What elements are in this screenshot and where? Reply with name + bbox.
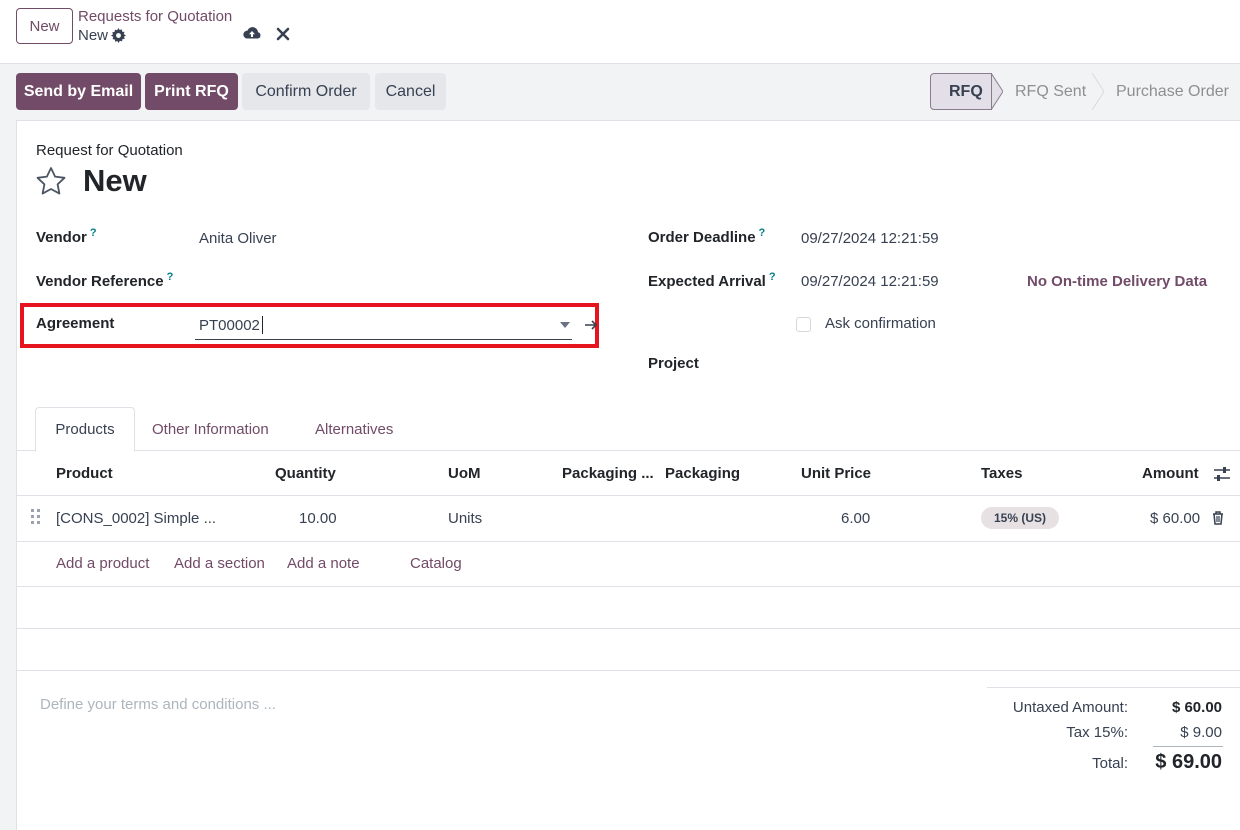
- breadcrumb-parent-link[interactable]: Requests for Quotation: [78, 8, 232, 25]
- project-label: Project: [648, 355, 699, 372]
- total-value: $ 69.00: [1155, 751, 1222, 773]
- column-header-quantity[interactable]: Quantity: [275, 465, 336, 482]
- cell-product[interactable]: [CONS_0002] Simple ...: [56, 510, 216, 527]
- add-section-link[interactable]: Add a section: [174, 555, 265, 572]
- vendor-reference-label-text: Vendor Reference: [36, 273, 164, 290]
- drag-handle-icon[interactable]: [31, 509, 41, 525]
- order-deadline-label-text: Order Deadline: [648, 229, 756, 246]
- text-cursor: [262, 316, 263, 334]
- tax-label: Tax 15%:: [1066, 724, 1128, 741]
- vendor-label-text: Vendor: [36, 229, 87, 246]
- status-stage-purchase-order[interactable]: Purchase Order: [1104, 73, 1240, 110]
- star-icon[interactable]: [35, 166, 67, 196]
- expected-arrival-label: Expected Arrival?: [648, 271, 776, 290]
- tax-value: $ 9.00: [1180, 724, 1222, 741]
- column-header-taxes[interactable]: Taxes: [981, 465, 1022, 482]
- tax-badge[interactable]: 15% (US): [981, 507, 1059, 529]
- expected-arrival-field[interactable]: 09/27/2024 12:21:59: [801, 273, 939, 290]
- send-by-email-button[interactable]: Send by Email: [16, 73, 141, 110]
- catalog-link[interactable]: Catalog: [410, 555, 462, 572]
- form-sheet: Request for Quotation New Vendor? Anita …: [16, 120, 1240, 830]
- tab-alternatives[interactable]: Alternatives: [315, 407, 393, 451]
- add-note-link[interactable]: Add a note: [287, 555, 360, 572]
- vendor-label: Vendor?: [36, 227, 97, 246]
- agreement-input[interactable]: PT00002: [195, 313, 572, 340]
- record-title: New: [83, 163, 147, 198]
- help-tooltip-icon[interactable]: ?: [167, 271, 174, 283]
- tab-products[interactable]: Products: [35, 407, 135, 452]
- order-deadline-label: Order Deadline?: [648, 227, 765, 246]
- row-divider: [17, 541, 1240, 542]
- status-stage-rfq[interactable]: RFQ: [930, 73, 992, 110]
- breadcrumb-current: New: [78, 27, 127, 44]
- column-header-packaging[interactable]: Packaging: [665, 465, 740, 482]
- ask-confirmation-label: Ask confirmation: [825, 315, 936, 332]
- internal-link-arrow-icon[interactable]: [585, 319, 599, 331]
- agreement-label: Agreement: [36, 315, 115, 332]
- ask-confirmation-checkbox[interactable]: [796, 317, 811, 332]
- order-deadline-field[interactable]: 09/27/2024 12:21:59: [801, 230, 939, 247]
- notebook-tabs: Products Other Information Alternatives: [17, 407, 1240, 452]
- cell-amount: $ 60.00: [1150, 510, 1201, 527]
- new-button[interactable]: New: [16, 8, 73, 44]
- column-header-unit-price[interactable]: Unit Price: [801, 465, 871, 482]
- print-rfq-button[interactable]: Print RFQ: [145, 73, 238, 110]
- stage-separator-icon: [1092, 73, 1104, 110]
- dropdown-caret-icon[interactable]: [560, 322, 570, 328]
- on-time-delivery-link[interactable]: No On-time Delivery Data: [1027, 273, 1207, 290]
- column-header-amount[interactable]: Amount: [1142, 465, 1199, 482]
- row-divider: [17, 628, 1240, 629]
- row-divider: [17, 586, 1240, 587]
- totals-divider: [987, 687, 1240, 688]
- optional-columns-toggle-icon[interactable]: [1213, 466, 1231, 482]
- agreement-value: PT00002: [199, 317, 260, 334]
- cell-unit-price[interactable]: 6.00: [841, 510, 870, 527]
- stage-separator-icon: [991, 73, 1003, 110]
- status-stage-rfq-sent[interactable]: RFQ Sent: [1003, 73, 1092, 110]
- vendor-reference-label: Vendor Reference?: [36, 271, 173, 290]
- tab-other-information[interactable]: Other Information: [152, 407, 269, 451]
- row-divider: [17, 670, 1240, 671]
- cloud-upload-icon[interactable]: [242, 26, 262, 42]
- cell-uom[interactable]: Units: [448, 510, 482, 527]
- untaxed-amount-value: $ 60.00: [1171, 699, 1222, 716]
- action-bar: Send by Email Print RFQ Confirm Order Ca…: [0, 64, 1240, 120]
- breadcrumb-current-label: New: [78, 27, 109, 44]
- total-label: Total:: [1092, 755, 1128, 772]
- column-header-packaging-qty[interactable]: Packaging ...: [562, 465, 654, 482]
- confirm-order-button[interactable]: Confirm Order: [242, 73, 370, 110]
- cell-quantity[interactable]: 10.00: [299, 510, 337, 527]
- help-tooltip-icon[interactable]: ?: [759, 227, 766, 239]
- add-product-link[interactable]: Add a product: [56, 555, 149, 572]
- untaxed-amount-label: Untaxed Amount:: [1012, 699, 1128, 716]
- total-divider: [1153, 746, 1223, 747]
- trash-icon[interactable]: [1212, 511, 1224, 525]
- form-subtitle: Request for Quotation: [36, 142, 183, 159]
- column-header-product[interactable]: Product: [56, 465, 113, 482]
- expected-arrival-label-text: Expected Arrival: [648, 273, 766, 290]
- vendor-field[interactable]: Anita Oliver: [199, 230, 277, 247]
- help-tooltip-icon[interactable]: ?: [769, 271, 776, 283]
- help-tooltip-icon[interactable]: ?: [90, 227, 97, 239]
- close-icon[interactable]: [276, 27, 290, 41]
- cancel-button[interactable]: Cancel: [375, 73, 446, 110]
- terms-and-conditions-field[interactable]: Define your terms and conditions ...: [40, 696, 276, 713]
- column-header-uom[interactable]: UoM: [448, 465, 481, 482]
- control-panel: New Requests for Quotation New: [0, 0, 1240, 64]
- gear-icon[interactable]: [111, 28, 127, 43]
- status-bar: RFQ RFQ Sent Purchase Order: [930, 73, 1240, 110]
